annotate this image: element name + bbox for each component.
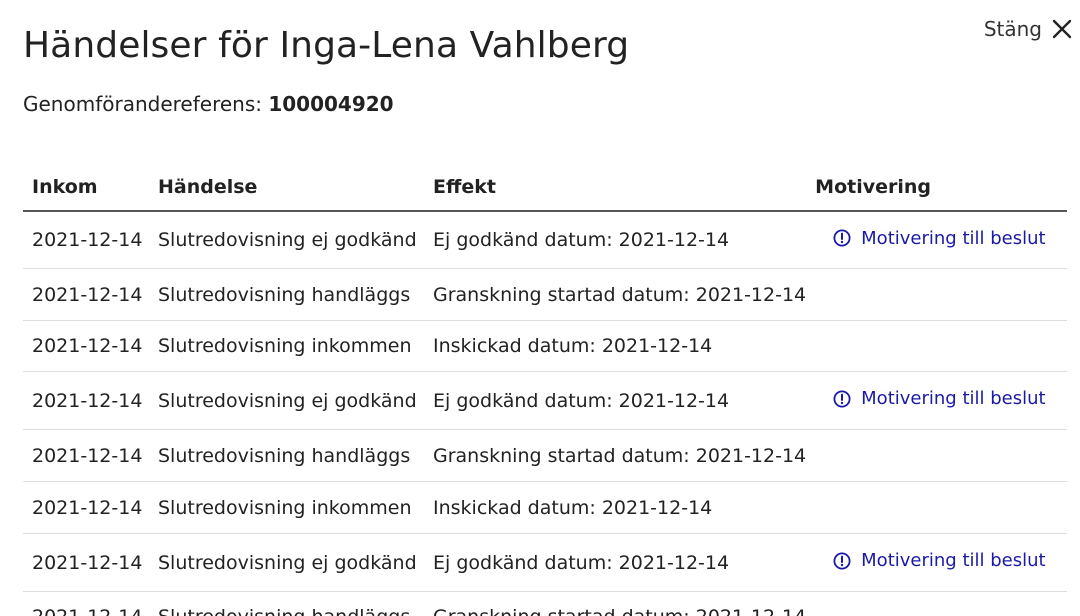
cell-motivering: [806, 320, 1067, 372]
motivering-link[interactable]: Motivering till beslut: [833, 550, 1046, 572]
cell-inkom: 2021-12-14: [23, 591, 149, 616]
table-row: 2021-12-14 Slutredovisning inkommen Inskic…: [23, 481, 1067, 534]
cell-handelse: Slutredovisning handläggs: [149, 429, 424, 482]
cell-motivering: [806, 481, 1067, 534]
cell-inkom: 2021-12-14: [23, 268, 149, 321]
column-header-effekt: Effekt: [424, 164, 807, 212]
cell-motivering: [806, 591, 1067, 616]
cell-inkom: 2021-12-14: [23, 211, 149, 269]
info-circle-icon: [833, 229, 851, 247]
close-icon: [1050, 17, 1074, 41]
cell-inkom: 2021-12-14: [23, 371, 149, 430]
cell-inkom: 2021-12-14: [23, 429, 149, 482]
motivering-link-label: Motivering till beslut: [861, 388, 1046, 410]
reference-label: Genomförandereferens:: [23, 92, 262, 116]
cell-handelse: Slutredovisning inkommen: [149, 320, 424, 372]
page-title: Händelser för Inga-Lena Vahlberg: [23, 25, 630, 66]
cell-effekt: Granskning startad datum: 2021-12-14: [424, 268, 807, 321]
cell-motivering: Motivering till beslut: [806, 533, 1067, 592]
table-body: 2021-12-14 Slutredovisning ej godkänd Ej g…: [23, 211, 1067, 616]
reference-value: 100004920: [268, 92, 394, 116]
table-header-row: Inkom Händelse Effekt Motivering: [23, 164, 1067, 212]
table-row: 2021-12-14 Slutredovisning ej godkänd Ej g…: [23, 211, 1067, 269]
table-row: 2021-12-14 Slutredovisning inkommen Inskic…: [23, 320, 1067, 372]
cell-handelse: Slutredovisning handläggs: [149, 591, 424, 616]
cell-motivering: [806, 429, 1067, 482]
table-row: 2021-12-14 Slutredovisning ej godkänd Ej g…: [23, 533, 1067, 592]
cell-handelse: Slutredovisning ej godkänd: [149, 371, 424, 430]
motivering-link[interactable]: Motivering till beslut: [833, 388, 1046, 410]
close-label: Stäng: [983, 17, 1042, 41]
cell-effekt: Ej godkänd datum: 2021-12-14: [424, 371, 807, 430]
table-row: 2021-12-14Slutredovisning handläggsGrans…: [23, 429, 1067, 482]
cell-inkom: 2021-12-14: [23, 320, 149, 372]
reference-line: Genomförandereferens: 100004920: [23, 92, 394, 116]
cell-handelse: Slutredovisning inkommen: [149, 481, 424, 534]
motivering-link[interactable]: Motivering till beslut: [833, 227, 1046, 249]
cell-motivering: Motivering till beslut: [806, 371, 1067, 430]
table-row: 2021-12-14 Slutredovisning ej godkänd Ej g…: [23, 371, 1067, 430]
column-header-motivering: Motivering: [806, 164, 1067, 212]
info-circle-icon: [833, 552, 851, 570]
cell-inkom: 2021-12-14: [23, 481, 149, 534]
cell-motivering: Motivering till beslut: [806, 211, 1067, 269]
cell-effekt: Ej godkänd datum: 2021-12-14: [424, 211, 807, 269]
cell-effekt: Ej godkänd datum: 2021-12-14: [424, 533, 807, 592]
column-header-handelse: Händelse: [149, 164, 424, 212]
cell-motivering: [806, 268, 1067, 321]
cell-handelse: Slutredovisning ej godkänd: [149, 211, 424, 269]
events-dialog: Stäng Händelser för Inga-Lena Vahlberg G…: [0, 0, 1080, 616]
cell-handelse: Slutredovisning handläggs: [149, 268, 424, 321]
motivering-link-label: Motivering till beslut: [861, 550, 1046, 572]
table-row: 2021-12-14Slutredovisning handläggsGrans…: [23, 591, 1067, 616]
cell-effekt: Inskickad datum: 2021-12-14: [424, 320, 807, 372]
cell-effekt: Inskickad datum: 2021-12-14: [424, 481, 807, 534]
close-button[interactable]: Stäng: [984, 14, 1074, 44]
info-circle-icon: [833, 390, 851, 408]
cell-inkom: 2021-12-14: [23, 533, 149, 592]
table-row: 2021-12-14Slutredovisning handläggsGrans…: [23, 268, 1067, 321]
cell-effekt: Granskning startad datum: 2021-12-14: [424, 591, 807, 616]
column-header-inkom: Inkom: [23, 164, 149, 212]
events-table: Inkom Händelse Effekt Motivering 2021-12…: [23, 164, 1067, 616]
cell-effekt: Granskning startad datum: 2021-12-14: [424, 429, 807, 482]
motivering-link-label: Motivering till beslut: [861, 227, 1046, 249]
cell-handelse: Slutredovisning ej godkänd: [149, 533, 424, 592]
